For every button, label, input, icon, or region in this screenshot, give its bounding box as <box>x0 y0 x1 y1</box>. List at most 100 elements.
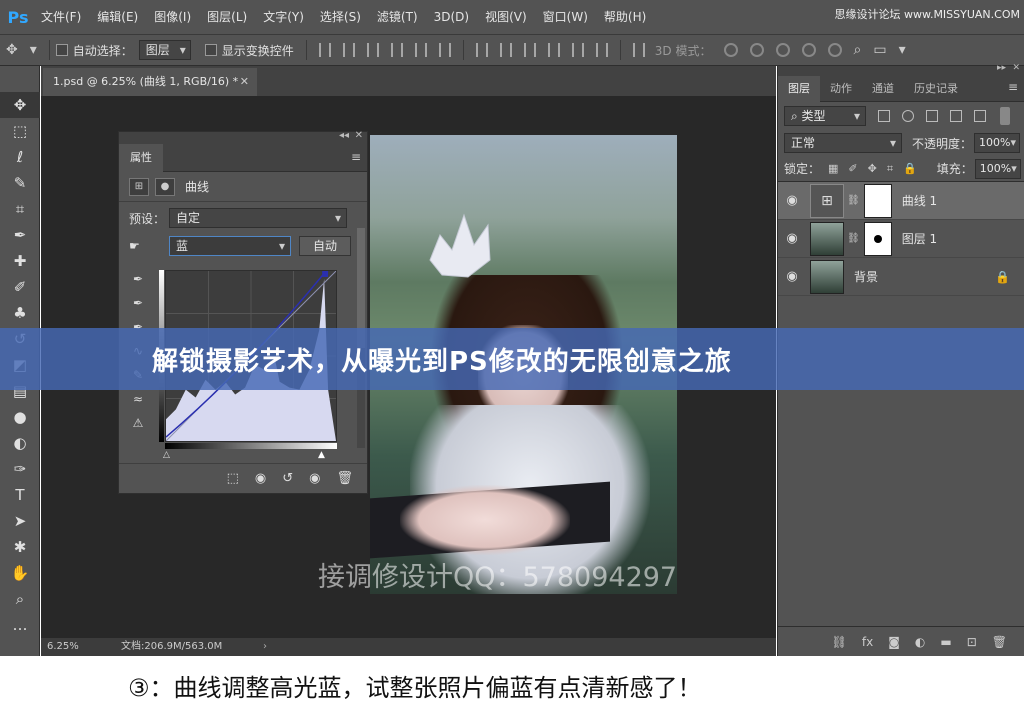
layer-name[interactable]: 曲线 1 <box>902 192 937 209</box>
menu-file[interactable]: 文件(F) <box>33 0 89 34</box>
clone-stamp-tool-icon[interactable]: ♣ <box>0 300 40 326</box>
align-top-icon[interactable] <box>318 43 331 57</box>
new-adjustment-icon[interactable]: ◐ <box>915 635 925 649</box>
hand-tool-icon[interactable]: ✋ <box>0 560 40 586</box>
layer-name[interactable]: 图层 1 <box>902 230 937 247</box>
layer-row-layer1[interactable]: ◉ ⛓ 图层 1 <box>778 220 1024 258</box>
menu-3d[interactable]: 3D(D) <box>426 0 477 34</box>
menu-filter[interactable]: 滤镜(T) <box>369 0 426 34</box>
chevron-right-icon[interactable]: › <box>263 638 267 656</box>
move-tool-icon[interactable]: ✥ <box>6 42 18 58</box>
align-vcenter-icon[interactable] <box>342 43 355 57</box>
search-icon[interactable]: ⌕ <box>854 42 862 58</box>
clip-to-layer-icon[interactable]: ⬚ <box>227 471 239 486</box>
auto-select-option[interactable]: 自动选择： <box>55 42 133 59</box>
document-tab[interactable]: 1.psd @ 6.25% (曲线 1, RGB/16) * ✕ <box>43 68 257 96</box>
3d-pan-icon[interactable] <box>775 43 790 57</box>
distribute-right-icon[interactable] <box>595 43 608 57</box>
lock-pixels-icon[interactable]: ✐ <box>848 162 857 175</box>
preset-dropdown[interactable]: 自定 <box>169 208 347 228</box>
lock-position-icon[interactable]: ✥ <box>868 162 877 175</box>
filter-adjustment-icon[interactable] <box>902 110 914 122</box>
3d-roll-icon[interactable] <box>749 43 764 57</box>
zoom-tool-icon[interactable]: ⌕ <box>0 586 40 612</box>
layer-row-curves[interactable]: ◉ ⊞ ⛓ 曲线 1 <box>778 182 1024 220</box>
menu-layer[interactable]: 图层(L) <box>199 0 255 34</box>
zoom-level[interactable]: 6.25% <box>47 638 79 656</box>
new-group-icon[interactable]: ▬ <box>940 635 951 649</box>
distribute-hcenter-icon[interactable] <box>571 43 584 57</box>
tab-layers[interactable]: 图层 <box>778 76 820 102</box>
eyedropper-tool-icon[interactable]: ✒ <box>0 222 40 248</box>
3d-slide-icon[interactable] <box>801 43 816 57</box>
close-icon[interactable]: ✕ <box>355 130 363 141</box>
align-left-icon[interactable] <box>390 43 403 57</box>
layer-filter-dropdown[interactable]: ⌕ 类型 <box>784 106 866 126</box>
lasso-tool-icon[interactable]: ℓ <box>0 144 40 170</box>
distribute-top-icon[interactable] <box>475 43 488 57</box>
panel-titlebar[interactable]: ◂◂ ✕ <box>119 130 367 144</box>
blur-tool-icon[interactable]: ● <box>0 404 40 430</box>
3d-scale-icon[interactable] <box>827 43 842 57</box>
layer-row-background[interactable]: ◉ 背景 🔒 <box>778 258 1024 296</box>
smooth-curve-icon[interactable]: ≈ <box>127 392 149 416</box>
delete-icon[interactable]: 🗑 <box>336 471 353 486</box>
black-point-slider[interactable]: △ <box>163 450 170 460</box>
panel-titlebar[interactable]: ▸▸ ✕ <box>778 63 1024 76</box>
menu-type[interactable]: 文字(Y) <box>255 0 312 34</box>
tab-actions[interactable]: 动作 <box>820 76 862 102</box>
layer-name[interactable]: 背景 <box>854 268 878 285</box>
blend-mode-dropdown[interactable]: 正常 <box>784 133 902 153</box>
opacity-field[interactable]: 100% <box>974 133 1021 153</box>
show-transform-checkbox[interactable] <box>204 44 217 56</box>
auto-select-target-dropdown[interactable]: 图层 <box>138 40 191 60</box>
black-point-eyedropper-icon[interactable]: ✒ <box>127 272 149 296</box>
lock-artboard-icon[interactable]: ⌗ <box>887 162 893 176</box>
tool-preset-chevron-icon[interactable]: ▾ <box>30 42 37 58</box>
eye-icon[interactable]: ◉ <box>778 193 806 208</box>
target-adjust-icon[interactable]: ☛ <box>129 239 169 253</box>
eye-icon[interactable]: ◉ <box>309 471 320 486</box>
eye-icon[interactable]: ◉ <box>778 269 806 284</box>
healing-brush-tool-icon[interactable]: ✚ <box>0 248 40 274</box>
auto-button[interactable]: 自动 <box>299 236 351 256</box>
layer-mask-icon[interactable]: ● <box>155 177 175 196</box>
align-hcenter-icon[interactable] <box>414 43 427 57</box>
pen-tool-icon[interactable]: ✑ <box>0 456 40 482</box>
more-tools-icon[interactable]: … <box>0 612 40 638</box>
filter-pixel-icon[interactable] <box>878 110 890 122</box>
lock-all-icon[interactable]: 🔒 <box>903 162 917 175</box>
menu-edit[interactable]: 编辑(E) <box>89 0 146 34</box>
channel-dropdown[interactable]: 蓝 <box>169 236 291 256</box>
menu-help[interactable]: 帮助(H) <box>596 0 654 34</box>
collapse-icon[interactable]: ◂◂ <box>339 130 349 141</box>
shape-tool-icon[interactable]: ✱ <box>0 534 40 560</box>
layer-thumbnail[interactable] <box>810 221 844 256</box>
link-layers-icon[interactable]: ⛓ <box>832 635 847 649</box>
menu-select[interactable]: 选择(S) <box>312 0 369 34</box>
crop-tool-icon[interactable]: ⌗ <box>0 196 40 222</box>
brush-tool-icon[interactable]: ✐ <box>0 274 40 300</box>
link-icon[interactable]: ⛓ <box>847 233 860 244</box>
clipping-warning-icon[interactable]: ⚠ <box>127 416 149 440</box>
align-bottom-icon[interactable] <box>366 43 379 57</box>
workspace-chevron-icon[interactable]: ▾ <box>899 42 906 58</box>
fill-field[interactable]: 100% <box>974 158 1021 179</box>
tab-channels[interactable]: 通道 <box>862 76 904 102</box>
view-previous-icon[interactable]: ◉ <box>255 471 266 486</box>
lock-icon[interactable]: 🔒 <box>995 270 1010 284</box>
workspace-icon[interactable]: ▭ <box>873 42 886 58</box>
collapse-icon[interactable]: ▸▸ <box>997 63 1006 73</box>
menu-window[interactable]: 窗口(W) <box>535 0 596 34</box>
auto-select-checkbox[interactable] <box>55 44 68 56</box>
distribute-left-icon[interactable] <box>547 43 560 57</box>
layer-mask-thumbnail[interactable] <box>863 221 892 256</box>
marquee-tool-icon[interactable]: ⬚ <box>0 118 40 144</box>
distribute-bottom-icon[interactable] <box>523 43 536 57</box>
align-right-icon[interactable] <box>438 43 451 57</box>
gray-point-eyedropper-icon[interactable]: ✒ <box>127 296 149 320</box>
filter-toggle[interactable] <box>1000 107 1010 125</box>
delete-icon[interactable]: 🗑 <box>992 635 1007 649</box>
filter-smartobject-icon[interactable] <box>974 110 986 122</box>
quick-select-tool-icon[interactable]: ✎ <box>0 170 40 196</box>
